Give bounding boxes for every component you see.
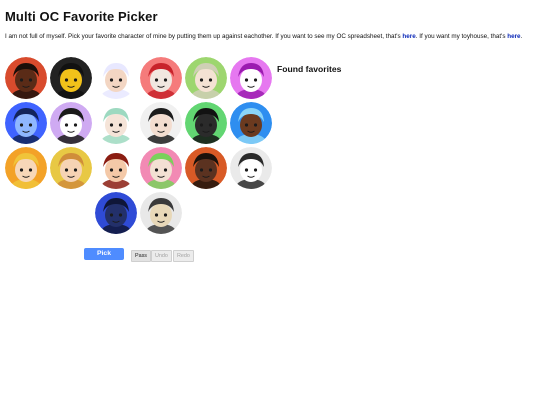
character-option[interactable] bbox=[140, 102, 182, 144]
undo-button[interactable]: Undo bbox=[151, 250, 172, 262]
oc-white-hair-magenta-icon bbox=[95, 57, 137, 99]
intro-text-start: I am not full of myself. Pick your favor… bbox=[5, 33, 403, 40]
oc-orange-bg-dark-skin-icon bbox=[185, 147, 227, 189]
oc-gray-robot-icon bbox=[140, 192, 182, 234]
character-option[interactable] bbox=[95, 102, 137, 144]
character-option[interactable] bbox=[185, 102, 227, 144]
oc-green-hair-pink-bg-icon bbox=[140, 147, 182, 189]
character-option[interactable] bbox=[50, 147, 92, 189]
character-option[interactable] bbox=[5, 147, 47, 189]
character-option[interactable] bbox=[140, 192, 182, 234]
oc-mint-hair-icon bbox=[95, 102, 137, 144]
pick-button[interactable]: Pick bbox=[84, 248, 124, 260]
oc-black-white-hair-icon bbox=[140, 102, 182, 144]
character-option[interactable] bbox=[95, 57, 137, 99]
character-option[interactable] bbox=[50, 102, 92, 144]
oc-blue-crown-icon bbox=[95, 192, 137, 234]
character-option[interactable] bbox=[95, 147, 137, 189]
oc-dark-skin-red-bg-icon bbox=[5, 57, 47, 99]
character-option[interactable] bbox=[95, 192, 137, 234]
character-option[interactable] bbox=[140, 57, 182, 99]
oc-blond-green-bg-icon bbox=[185, 57, 227, 99]
character-option[interactable] bbox=[5, 102, 47, 144]
oc-ginger-hair-icon bbox=[50, 147, 92, 189]
character-option[interactable] bbox=[5, 57, 47, 99]
oc-blue-hair-icon bbox=[230, 102, 272, 144]
character-option[interactable] bbox=[50, 57, 92, 99]
pass-button[interactable]: Pass bbox=[131, 250, 151, 262]
character-option[interactable] bbox=[140, 147, 182, 189]
page-title: Multi OC Favorite Picker bbox=[5, 9, 158, 24]
character-option[interactable] bbox=[230, 102, 272, 144]
oc-blue-figure-icon bbox=[5, 102, 47, 144]
toyhouse-link[interactable]: here bbox=[507, 33, 520, 40]
character-option[interactable] bbox=[230, 147, 272, 189]
character-option[interactable] bbox=[185, 57, 227, 99]
character-option[interactable] bbox=[185, 147, 227, 189]
intro-text-middle: . If you want my toyhouse, that's bbox=[415, 33, 508, 40]
intro-text: I am not full of myself. Pick your favor… bbox=[5, 33, 530, 42]
oc-white-silhouette-icon bbox=[50, 102, 92, 144]
oc-spiky-blond-icon bbox=[5, 147, 47, 189]
found-favorites-heading: Found favorites bbox=[277, 64, 342, 74]
oc-yellow-mask-icon bbox=[50, 57, 92, 99]
character-option[interactable] bbox=[230, 57, 272, 99]
oc-purple-hair-icon bbox=[230, 57, 272, 99]
intro-text-end: . bbox=[520, 33, 523, 40]
redo-button[interactable]: Redo bbox=[173, 250, 194, 262]
oc-red-hair-icon bbox=[140, 57, 182, 99]
oc-red-hood-icon bbox=[95, 147, 137, 189]
spreadsheet-link[interactable]: here bbox=[402, 33, 415, 40]
oc-green-bg-dark-icon bbox=[185, 102, 227, 144]
oc-white-creature-icon bbox=[230, 147, 272, 189]
